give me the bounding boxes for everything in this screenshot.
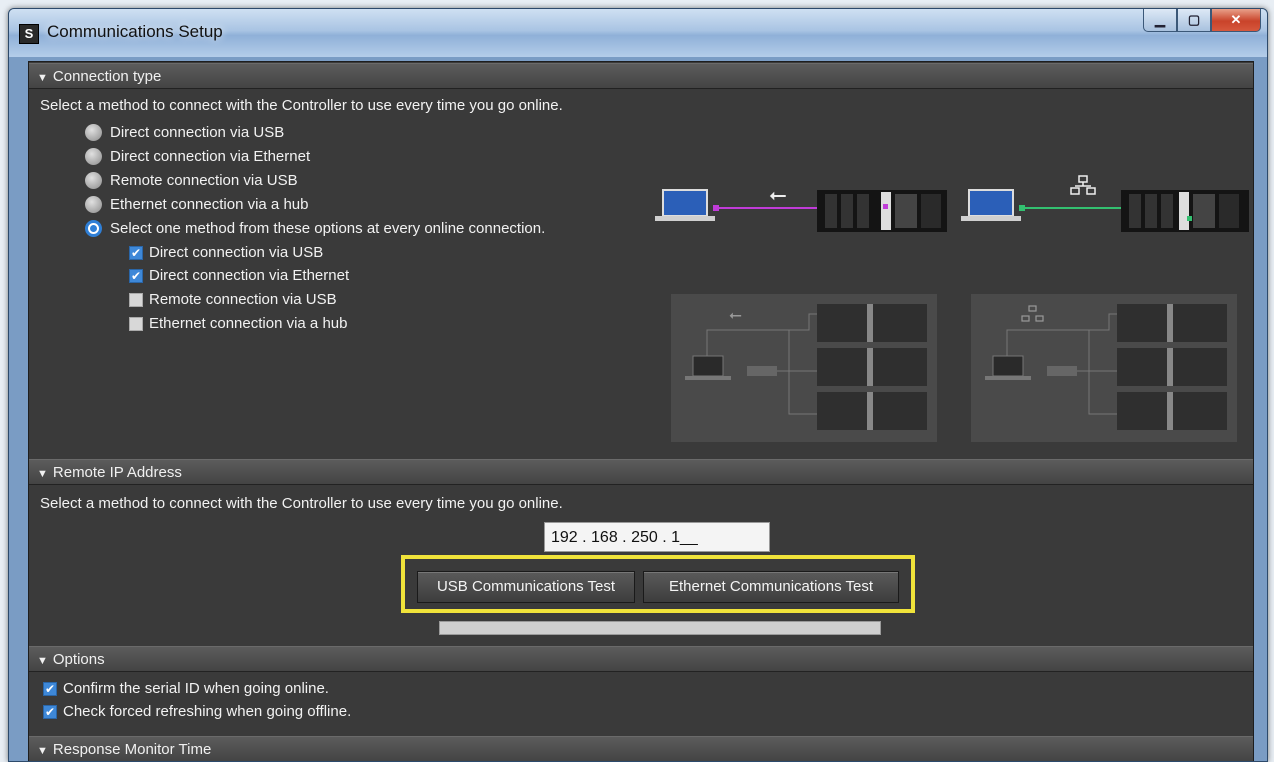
section-header-remote-ip[interactable]: ▼ Remote IP Address	[29, 459, 1253, 485]
radio-label: Select one method from these options at …	[110, 220, 546, 237]
radio-remote-usb[interactable]: Remote connection via USB	[85, 172, 298, 189]
usb-icon: ⭠	[729, 305, 742, 324]
radio-ethernet-hub[interactable]: Ethernet connection via a hub	[85, 196, 308, 213]
section-title: Options	[52, 651, 105, 668]
section-title: Remote IP Address	[52, 464, 182, 481]
checkbox-sub-remote-usb[interactable]: Remote connection via USB	[129, 291, 337, 308]
checkbox-label: Direct connection via USB	[149, 244, 324, 261]
window-title: Communications Setup	[47, 22, 223, 41]
ethernet-direct-diagram	[961, 175, 1249, 232]
minimize-button[interactable]: ▁	[1143, 9, 1177, 32]
radio-label: Ethernet connection via a hub	[110, 196, 309, 213]
radio-button[interactable]	[85, 172, 102, 189]
maximize-button[interactable]: ▢	[1177, 9, 1211, 32]
checkbox-sub-ethernet-hub[interactable]: Ethernet connection via a hub	[129, 315, 347, 332]
checkbox-label: Confirm the serial ID when going online.	[63, 680, 329, 697]
checkbox-sub-direct-ethernet[interactable]: ✔ Direct connection via Ethernet	[129, 267, 349, 284]
usb-communications-test-button[interactable]: USB Communications Test	[417, 571, 635, 603]
ip-address-input[interactable]: 192 . 168 . 250 . 1__	[544, 522, 770, 552]
section-header-response-monitor[interactable]: ▼ Response Monitor Time	[29, 736, 1253, 761]
radio-label: Direct connection via USB	[110, 124, 285, 141]
radio-button-selected[interactable]	[85, 220, 102, 237]
radio-button[interactable]	[85, 124, 102, 141]
usb-direct-diagram: ⭠	[655, 183, 947, 232]
ethernet-hub-diagram	[971, 294, 1237, 442]
laptop-icon	[961, 189, 1021, 221]
app-icon: S	[19, 24, 39, 44]
radio-direct-ethernet[interactable]: Direct connection via Ethernet	[85, 148, 310, 165]
checkbox-label: Ethernet connection via a hub	[149, 315, 348, 332]
usb-icon: ⭠	[769, 183, 787, 208]
connection-type-description: Select a method to connect with the Cont…	[40, 97, 563, 114]
radio-label: Remote connection via USB	[110, 172, 298, 189]
checkbox-forced-refreshing[interactable]: ✔ Check forced refreshing when going offl…	[43, 703, 351, 720]
checkbox[interactable]: ✔	[43, 704, 57, 719]
checkbox-label: Direct connection via Ethernet	[149, 267, 350, 284]
communications-setup-window: S Communications Setup ▁ ▢ ✕ ▼ Connection…	[8, 8, 1268, 762]
hub-icon	[1047, 366, 1077, 376]
section-title: Connection type	[52, 68, 162, 85]
checkbox[interactable]: ✔	[43, 681, 57, 696]
checkbox-label: Check forced refreshing when going offli…	[63, 703, 352, 720]
laptop-icon	[655, 189, 715, 221]
close-button[interactable]: ✕	[1211, 9, 1261, 32]
minimize-icon: ▁	[1155, 12, 1165, 27]
checkbox-confirm-serial-id[interactable]: ✔ Confirm the serial ID when going online…	[43, 680, 329, 697]
collapse-triangle-icon: ▼	[37, 468, 48, 480]
maximize-icon: ▢	[1187, 12, 1201, 27]
close-icon: ✕	[1230, 12, 1242, 27]
collapse-triangle-icon: ▼	[37, 655, 48, 667]
test-progress-bar	[439, 621, 881, 635]
collapse-triangle-icon: ▼	[37, 745, 48, 757]
radio-select-each-time[interactable]: Select one method from these options at …	[85, 220, 545, 237]
section-header-options[interactable]: ▼ Options	[29, 646, 1253, 672]
collapse-triangle-icon: ▼	[37, 72, 48, 84]
title-bar[interactable]: S Communications Setup ▁ ▢ ✕	[9, 9, 1267, 57]
radio-button[interactable]	[85, 148, 102, 165]
controller-icon	[817, 190, 947, 232]
radio-direct-usb[interactable]: Direct connection via USB	[85, 124, 284, 141]
connection-diagrams: ⭠ ⭠	[655, 175, 1249, 442]
remote-ip-description: Select a method to connect with the Cont…	[40, 495, 563, 512]
remote-usb-diagram: ⭠	[671, 294, 937, 442]
ethernet-communications-test-button[interactable]: Ethernet Communications Test	[643, 571, 899, 603]
checkbox-label: Remote connection via USB	[149, 291, 337, 308]
dialog-content: ▼ Connection type Select a method to conn…	[28, 61, 1254, 761]
window-controls: ▁ ▢ ✕	[1143, 9, 1261, 32]
radio-button[interactable]	[85, 196, 102, 213]
section-title: Response Monitor Time	[52, 741, 212, 758]
hub-icon	[747, 366, 777, 376]
checkbox[interactable]	[129, 292, 143, 307]
controller-icon	[1121, 190, 1249, 232]
section-header-connection-type[interactable]: ▼ Connection type	[29, 63, 1253, 89]
checkbox-sub-direct-usb[interactable]: ✔ Direct connection via USB	[129, 244, 323, 261]
checkbox[interactable]: ✔	[129, 268, 143, 283]
checkbox[interactable]: ✔	[129, 245, 143, 260]
network-icon	[1070, 175, 1096, 195]
radio-label: Direct connection via Ethernet	[110, 148, 311, 165]
checkbox[interactable]	[129, 316, 143, 331]
